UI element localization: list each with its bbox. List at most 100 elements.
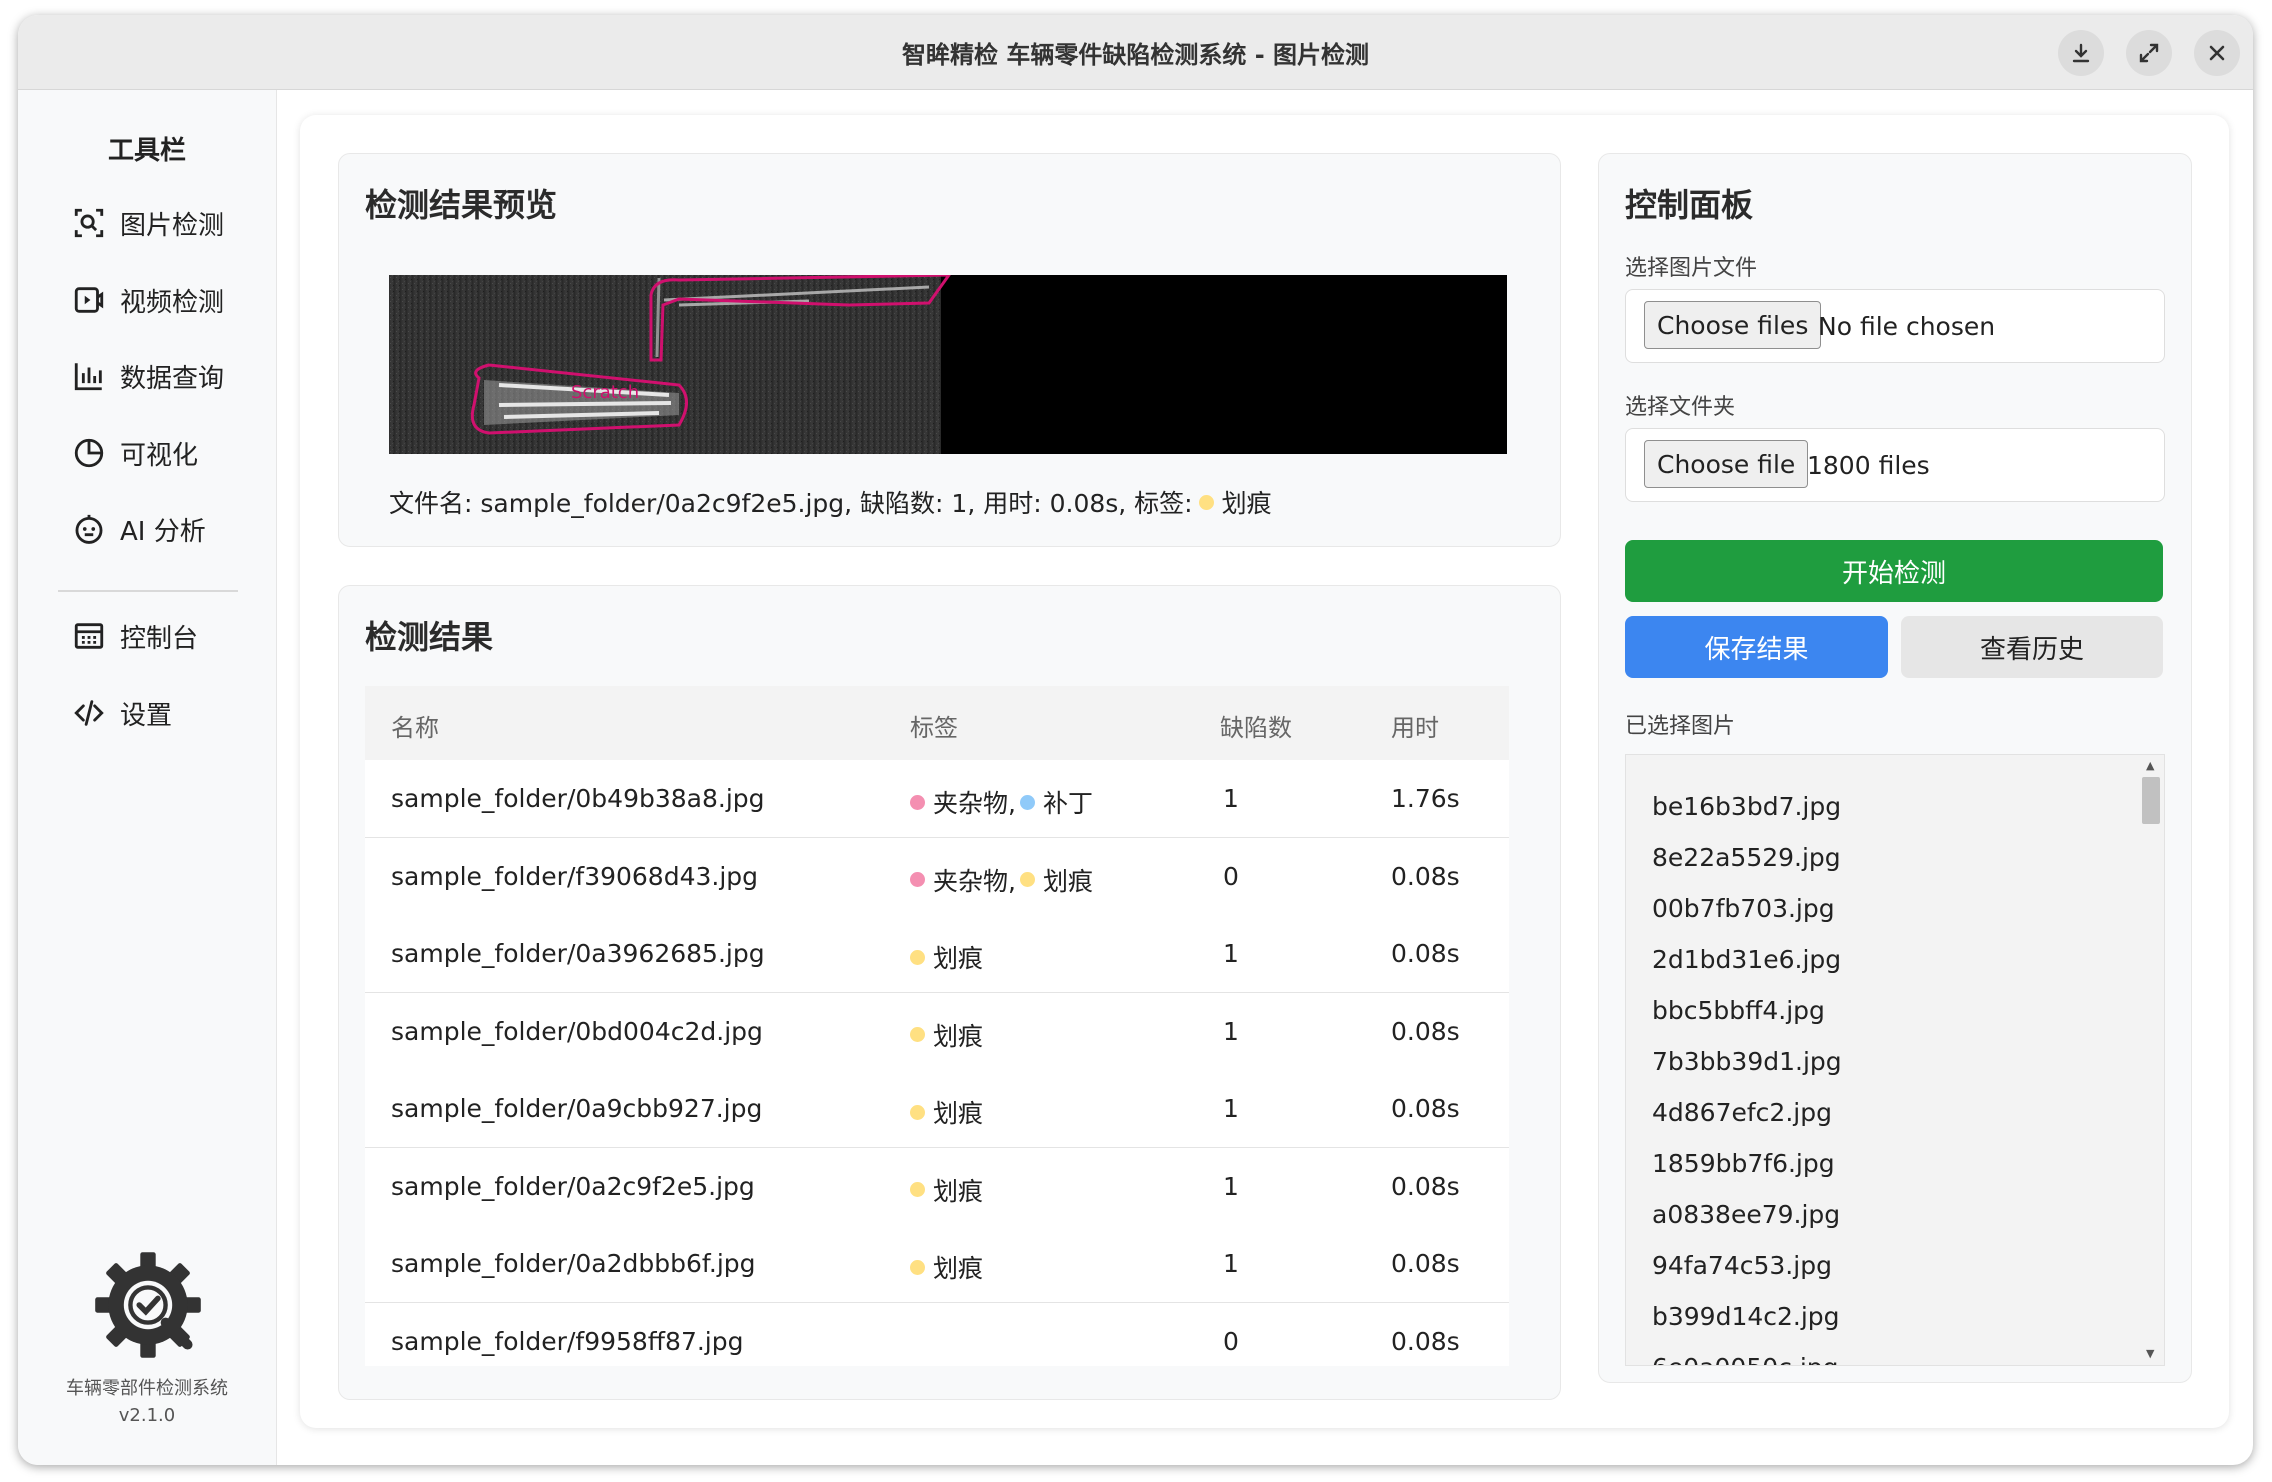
table-row[interactable]: sample_folder/f39068d43.jpg 夹杂物, 划痕 0 0.08s [365, 837, 1509, 916]
list-item[interactable]: 6e0a0050c.jpg [1652, 1353, 1839, 1365]
sidebar-item-label: AI 分析 [120, 516, 206, 547]
sidebar-item-visualization[interactable]: 可视化 [72, 428, 198, 478]
detection-box-label: Scratch [571, 382, 639, 403]
control-panel-title: 控制面板 [1625, 186, 1754, 224]
row-defect-count: 1 [1223, 1016, 1239, 1046]
filelist-scrollbar[interactable]: ▲ ▼ [2140, 755, 2162, 1365]
row-defect-count: 0 [1223, 861, 1239, 891]
row-name: sample_folder/0a3962685.jpg [391, 939, 765, 968]
close-button[interactable] [2194, 30, 2240, 76]
row-time: 0.08s [1391, 1016, 1460, 1046]
row-tags: 划痕 [910, 1249, 983, 1285]
sidebar-item-data-query[interactable]: 数据查询 [72, 351, 224, 401]
sidebar: 工具栏 图片检测 视频检测 数据查询 可视化 AI 分析 控制台 设置 车辆零部… [18, 90, 277, 1465]
image-file-label: 选择图片文件 [1625, 256, 1758, 281]
choose-folder-button[interactable]: Choose file [1644, 440, 1809, 488]
list-item[interactable]: a0838ee79.jpg [1652, 1200, 1840, 1229]
results-table[interactable]: 名称 标签 缺陷数 用时 sample_folder/0b49b38a8.jpg… [365, 686, 1509, 1366]
table-row[interactable]: sample_folder/0b49b38a8.jpg 夹杂物, 补丁 1 1.76s [365, 760, 1509, 838]
choose-files-button[interactable]: Choose files [1644, 301, 1822, 349]
table-row[interactable]: sample_folder/0a9cbb927.jpg 划痕 1 0.08s [365, 1070, 1509, 1148]
scroll-down-arrow[interactable]: ▼ [2146, 1347, 2154, 1360]
main-content: 检测结果预览 Scratch 文件名: sample_folder/0a2c9f… [300, 115, 2229, 1428]
folder-input[interactable]: Choose file 1800 files [1625, 428, 2165, 502]
download-button[interactable] [2058, 30, 2104, 76]
list-item[interactable]: be16b3bd7.jpg [1652, 792, 1841, 821]
app-version: v2.1.0 [118, 1405, 176, 1426]
table-row[interactable]: sample_folder/0bd004c2d.jpg 划痕 1 0.08s [365, 992, 1509, 1071]
pie-chart-icon [74, 438, 104, 468]
column-header: 标签 [910, 714, 958, 742]
view-history-button[interactable]: 查看历史 [1901, 616, 2163, 678]
scrollbar-thumb[interactable] [2142, 777, 2160, 824]
row-name: sample_folder/f39068d43.jpg [391, 861, 759, 891]
row-name: sample_folder/0a2c9f2e5.jpg [391, 1171, 755, 1201]
close-icon [2209, 45, 2225, 61]
list-item[interactable]: 7b3bb39d1.jpg [1652, 1047, 1842, 1076]
row-tags: 夹杂物, 划痕 [910, 862, 1093, 898]
tag-color-dot [910, 1182, 925, 1197]
sidebar-item-settings[interactable]: 设置 [72, 688, 172, 738]
column-header: 用时 [1391, 714, 1439, 742]
table-row[interactable]: sample_folder/0a2dbbb6f.jpg 划痕 1 0.08s [365, 1225, 1509, 1303]
list-item[interactable]: 4d867efc2.jpg [1652, 1098, 1832, 1127]
tag-color-dot [910, 872, 925, 887]
selected-images-list[interactable]: be16b3bd7.jpg 8e22a5529.jpg 00b7fb703.jpg 2… [1625, 754, 2165, 1366]
scroll-up-arrow[interactable]: ▲ [2146, 759, 2154, 772]
preview-card: 检测结果预览 Scratch 文件名: sample_folder/0a2c9f… [338, 153, 1561, 547]
folder-label: 选择文件夹 [1625, 395, 1736, 420]
row-defect-count: 1 [1223, 1249, 1239, 1278]
image-file-input[interactable]: Choose files No file chosen [1625, 289, 2165, 363]
sidebar-item-console[interactable]: 控制台 [72, 611, 198, 661]
sidebar-item-label: 控制台 [120, 623, 199, 654]
sidebar-item-ai-analysis[interactable]: AI 分析 [72, 504, 206, 554]
app-window: 智眸精检 车辆零件缺陷检测系统 - 图片检测 工具栏 图片检测 视频检测 数据查… [18, 15, 2253, 1465]
expand-icon [2139, 43, 2159, 63]
tag-color-dot [910, 1104, 925, 1120]
gear-check-logo [95, 1252, 201, 1358]
table-row[interactable]: sample_folder/0a3962685.jpg 划痕 1 0.08s [365, 915, 1509, 993]
tag-label: 划痕 [933, 1099, 984, 1128]
row-tags: 划痕 [910, 1017, 983, 1053]
sidebar-item-label: 图片检测 [120, 210, 225, 241]
list-item[interactable]: 1859bb7f6.jpg [1652, 1149, 1835, 1178]
sidebar-item-label: 数据查询 [120, 363, 225, 394]
column-header: 名称 [391, 714, 439, 742]
sidebar-title: 工具栏 [107, 136, 186, 166]
row-name: sample_folder/0b49b38a8.jpg [391, 784, 765, 813]
maximize-button[interactable] [2126, 30, 2172, 76]
table-header: 名称 标签 缺陷数 用时 [365, 686, 1509, 760]
row-tags: 划痕 [910, 1172, 983, 1208]
table-row[interactable]: sample_folder/f9958ff87.jpg 0 0.08s [365, 1302, 1509, 1366]
row-name: sample_folder/0a2dbbb6f.jpg [391, 1249, 756, 1278]
sidebar-item-image-detection[interactable]: 图片检测 [72, 198, 224, 248]
start-detection-button[interactable]: 开始检测 [1625, 540, 2163, 602]
tag-label: 夹杂物, [933, 789, 1016, 818]
row-name: sample_folder/0bd004c2d.jpg [391, 1016, 763, 1046]
list-item[interactable]: 8e22a5529.jpg [1652, 843, 1841, 872]
results-card: 检测结果 名称 标签 缺陷数 用时 sample_folder/0b49b38a… [338, 585, 1561, 1400]
list-item[interactable]: 94fa74c53.jpg [1652, 1251, 1832, 1280]
preview-caption: 文件名: sample_folder/0a2c9f2e5.jpg, 缺陷数: 1… [389, 484, 1272, 520]
list-item[interactable]: 2d1bd31e6.jpg [1652, 945, 1841, 974]
bar-chart-icon [74, 363, 102, 391]
tag-label: 划痕 [933, 1176, 984, 1206]
list-item[interactable]: 00b7fb703.jpg [1652, 894, 1835, 923]
title-bar: 智眸精检 车辆零件缺陷检测系统 - 图片检测 [18, 15, 2253, 90]
detection-preview-image: Scratch [389, 275, 1507, 454]
row-defect-count: 1 [1223, 1094, 1239, 1123]
window-title: 智眸精检 车辆零件缺陷检测系统 - 图片检测 [901, 41, 1370, 69]
sidebar-item-label: 可视化 [120, 440, 199, 471]
sidebar-item-video-detection[interactable]: 视频检测 [72, 275, 224, 325]
list-item[interactable]: bbc5bbff4.jpg [1652, 996, 1825, 1025]
save-results-button[interactable]: 保存结果 [1625, 616, 1888, 678]
sidebar-footer: 车辆零部件检测系统 v2.1.0 [18, 1375, 276, 1429]
row-defect-count: 1 [1223, 939, 1239, 968]
row-tags: 划痕 [910, 1094, 983, 1130]
row-defect-count: 0 [1223, 1326, 1239, 1356]
tag-label: 夹杂物, [933, 866, 1016, 896]
folder-status: 1800 files [1807, 451, 1930, 480]
results-title: 检测结果 [365, 618, 494, 656]
table-row[interactable]: sample_folder/0a2c9f2e5.jpg 划痕 1 0.08s [365, 1147, 1509, 1226]
list-item[interactable]: b399d14c2.jpg [1652, 1302, 1840, 1331]
